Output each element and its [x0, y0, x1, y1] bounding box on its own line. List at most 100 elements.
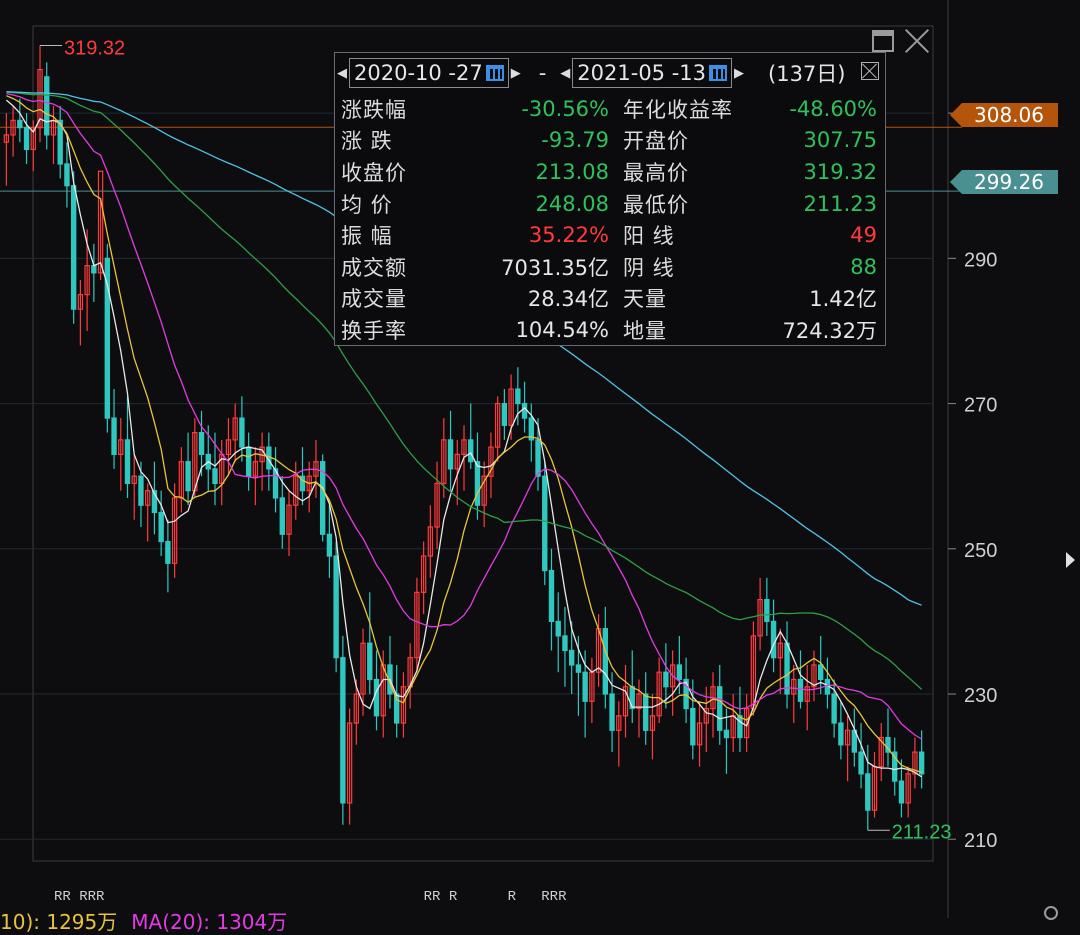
prev-start-date-arrow-icon[interactable]: ◀	[335, 66, 349, 81]
range-low-label: 211.23	[892, 821, 952, 843]
candle-body	[326, 533, 333, 557]
price-tag-value: 308.06	[974, 103, 1044, 127]
start-date-field[interactable]: 2020-10 -27	[349, 58, 509, 88]
stat-value: 28.34亿	[527, 287, 609, 312]
candle-body	[521, 402, 528, 419]
candle-body	[817, 664, 824, 681]
candle-body	[447, 439, 454, 470]
candle-body	[91, 265, 97, 274]
candle-body	[918, 751, 925, 775]
stat-label: 换手率	[341, 318, 407, 343]
range-high-label: 319.32	[64, 37, 125, 59]
stat-rows: 涨跌幅 -30.56% 年化收益率 -48.60% 涨 跌 -93.79 开盘价 307.75…	[335, 93, 885, 346]
stat-value: 213.08	[535, 159, 609, 184]
candle-body	[104, 257, 111, 419]
candle-body	[212, 468, 218, 485]
candle-body	[838, 722, 844, 746]
stat-label: 开盘价	[623, 129, 689, 154]
candle-body	[582, 671, 588, 702]
y-tick-label: 230	[964, 685, 997, 707]
candle-body	[770, 620, 777, 659]
stat-label: 涨跌幅	[341, 97, 407, 122]
candle-body	[535, 439, 541, 477]
stat-label: 成交额	[341, 255, 407, 280]
stat-row: 收盘价 213.08 最高价 319.32	[335, 156, 885, 188]
candle-body	[17, 119, 23, 129]
stat-label: 地量	[623, 318, 667, 343]
y-tick-label: 270	[964, 395, 997, 417]
candle-body	[797, 678, 804, 702]
next-end-date-arrow-icon[interactable]: ▶	[732, 66, 746, 81]
close-icon[interactable]	[904, 28, 930, 54]
rights-marker-row: RR RRR RR R R RRR R RRRRRRRR R R	[54, 889, 1080, 905]
stat-value: 319.32	[803, 159, 877, 184]
end-date-field[interactable]: 2021-05 -13	[572, 58, 733, 88]
stat-row: 均 价 248.08 最低价 211.23	[335, 188, 885, 220]
calendar-icon[interactable]	[485, 65, 504, 81]
stat-value: 1.42亿	[809, 287, 877, 312]
range-statistics-panel: ◀ 2020-10 -27 ▶ - ◀ 2021-05 -13 ▶ (137日)…	[334, 52, 886, 346]
candle-body	[542, 475, 548, 572]
candle-body	[501, 402, 508, 426]
candle-body	[239, 417, 245, 448]
candle-body	[609, 693, 615, 731]
candle-body	[158, 511, 164, 543]
price-tag-ma: 308.06	[950, 103, 1058, 127]
candle-body	[340, 657, 346, 804]
stat-label: 最高价	[623, 160, 689, 185]
stat-label: 振 幅	[341, 224, 393, 249]
stat-label: 天量	[623, 287, 667, 312]
candle-body	[568, 649, 575, 666]
y-tick-label: 290	[964, 249, 997, 271]
start-date-text: 2020-10 -27	[354, 61, 483, 85]
stat-label: 收盘价	[341, 160, 407, 185]
next-start-date-arrow-icon[interactable]: ▶	[509, 66, 523, 81]
candle-body	[185, 461, 191, 492]
day-count: (137日)	[768, 62, 846, 86]
prev-end-date-arrow-icon[interactable]: ◀	[558, 66, 572, 81]
candle-body	[690, 707, 696, 746]
stat-value: 248.08	[535, 191, 609, 216]
candle-body	[373, 678, 380, 717]
candle-body	[165, 540, 171, 564]
candle-body	[643, 693, 649, 731]
price-tag-value: 299.26	[974, 170, 1044, 194]
end-date-text: 2021-05 -13	[577, 61, 707, 85]
stat-row: 涨跌幅 -30.56% 年化收益率 -48.60%	[335, 93, 885, 125]
date-range-header: ◀ 2020-10 -27 ▶ - ◀ 2021-05 -13 ▶ (137日)	[335, 53, 885, 93]
stat-value: -30.56%	[521, 96, 609, 121]
candle-body	[784, 642, 790, 695]
candle-body	[138, 475, 144, 506]
stat-label: 阴 线	[623, 255, 675, 280]
candle-body	[717, 686, 723, 731]
candle-body	[723, 729, 730, 739]
stat-row: 成交额 7031.35亿阴 线 88	[335, 251, 885, 283]
stat-row: 振 幅 35.22% 阳 线 49	[335, 219, 885, 251]
candle-body	[333, 555, 339, 659]
candle-body	[515, 388, 521, 405]
candle-body	[737, 715, 743, 739]
price-tag-ma: 299.26	[950, 170, 1058, 194]
stat-label: 成交量	[341, 287, 407, 312]
candle-body	[198, 432, 205, 455]
candle-body	[474, 461, 481, 506]
restore-window-icon[interactable]	[872, 30, 894, 52]
candle-body	[70, 185, 77, 310]
candle-body	[23, 127, 30, 151]
expand-side-panel-icon[interactable]	[1066, 552, 1075, 568]
candle-body	[575, 664, 582, 673]
candle-body	[367, 642, 373, 681]
calendar-icon[interactable]	[709, 65, 728, 81]
candle-body	[663, 671, 669, 688]
close-panel-icon[interactable]	[861, 62, 879, 80]
stat-label: 阳 线	[623, 224, 675, 249]
stat-value: 724.32万	[782, 318, 877, 343]
candle-body	[468, 439, 474, 463]
candle-body	[64, 163, 70, 187]
candle-body	[44, 76, 50, 136]
stat-row: 涨 跌 -93.79 开盘价 307.75	[335, 125, 885, 157]
candle-body	[111, 417, 117, 455]
stat-row: 成交量 28.34亿 天量 1.42亿	[335, 283, 885, 315]
stat-label: 最低价	[623, 192, 689, 217]
stat-value: -48.60%	[789, 96, 877, 121]
